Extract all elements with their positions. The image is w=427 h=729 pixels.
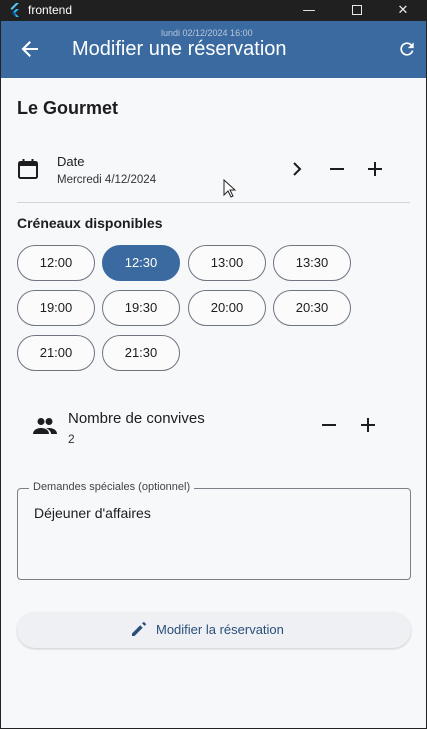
- window-title: frontend: [28, 3, 73, 17]
- time-slot[interactable]: 13:30: [273, 245, 351, 281]
- mouse-cursor-icon: [223, 179, 237, 198]
- modify-reservation-button[interactable]: Modifier la réservation: [17, 612, 411, 648]
- special-requests-field[interactable]: Demandes spéciales (optionnel) Déjeuner …: [17, 481, 411, 580]
- maximize-button[interactable]: [334, 0, 380, 21]
- flutter-logo-icon: [10, 3, 19, 17]
- date-increment-button[interactable]: [364, 158, 386, 180]
- date-picker-row[interactable]: Date Mercredi 4/12/2024: [17, 148, 410, 194]
- close-button[interactable]: ✕: [380, 0, 426, 21]
- slots-title: Créneaux disponibles: [17, 215, 163, 231]
- time-slot[interactable]: 21:00: [17, 335, 95, 371]
- people-icon: [33, 418, 57, 434]
- page-title: Modifier une réservation: [72, 38, 287, 60]
- time-slot[interactable]: 20:00: [188, 290, 266, 326]
- maximize-icon: [352, 4, 362, 15]
- arrow-back-icon[interactable]: [19, 38, 41, 60]
- special-requests-label: Demandes spéciales (optionnel): [29, 481, 195, 493]
- time-slot[interactable]: 20:30: [273, 290, 351, 326]
- date-value: Mercredi 4/12/2024: [57, 174, 157, 186]
- time-slot[interactable]: 19:00: [17, 290, 95, 326]
- modify-reservation-label: Modifier la réservation: [156, 622, 284, 637]
- guest-count-label: Nombre de convives: [68, 410, 205, 427]
- restaurant-name: Le Gourmet: [17, 98, 119, 118]
- time-slot[interactable]: 21:30: [102, 335, 180, 371]
- edit-icon: [132, 621, 147, 636]
- main-content: Le Gourmet Date Mercredi 4/12/2024 Créne…: [1, 78, 426, 728]
- calendar-icon: [18, 159, 38, 179]
- guest-increment-button[interactable]: [357, 414, 379, 436]
- time-slot[interactable]: 13:00: [188, 245, 266, 281]
- guest-count-row: Nombre de convives 2: [33, 408, 393, 452]
- time-slot[interactable]: 12:00: [17, 245, 95, 281]
- window-titlebar: frontend — ✕: [0, 0, 427, 21]
- timestamp-overlay: lundi 02/12/2024 16:00: [161, 28, 253, 38]
- divider: [17, 202, 410, 203]
- time-slot-selected[interactable]: 12:30: [102, 245, 180, 281]
- time-slot[interactable]: 19:30: [102, 290, 180, 326]
- refresh-icon[interactable]: [397, 39, 417, 59]
- date-decrement-button[interactable]: [326, 158, 348, 180]
- guest-decrement-button[interactable]: [318, 414, 340, 436]
- date-label: Date: [57, 154, 85, 169]
- chevron-right-icon[interactable]: [290, 161, 304, 177]
- minimize-button[interactable]: —: [286, 0, 332, 21]
- guest-count-value: 2: [68, 432, 75, 446]
- special-requests-value[interactable]: Déjeuner d'affaires: [34, 505, 151, 521]
